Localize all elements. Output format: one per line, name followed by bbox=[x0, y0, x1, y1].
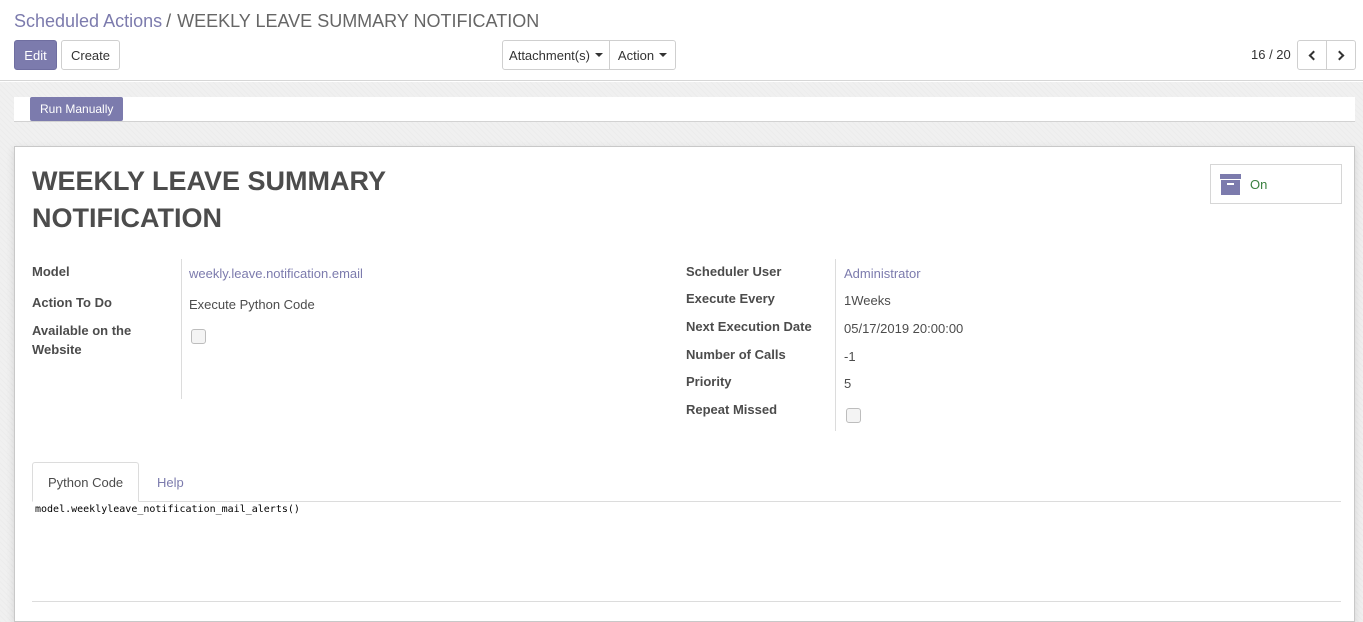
action-dropdown-button[interactable]: Action bbox=[609, 40, 676, 70]
notebook-bottom-divider bbox=[32, 601, 1341, 602]
create-button-label: Create bbox=[70, 47, 111, 63]
execute-every-label: Execute Every bbox=[686, 291, 775, 306]
priority-label: Priority bbox=[686, 374, 732, 389]
control-panel: Scheduled Actions / WEEKLY LEAVE SUMMARY N… bbox=[0, 0, 1363, 81]
breadcrumb-current: WEEKLY LEAVE SUMMARY NOTIFICATION bbox=[177, 11, 540, 31]
run-manually-button[interactable]: Run Manually bbox=[30, 97, 124, 121]
edit-button-label: Edit bbox=[24, 47, 47, 63]
caret-down-icon bbox=[594, 53, 603, 57]
run-manually-label: Run Manually bbox=[40, 102, 114, 116]
repeat-missed-checkbox[interactable] bbox=[846, 408, 861, 423]
pager-previous-button[interactable] bbox=[1297, 40, 1327, 70]
available-on-website-label: Available on the Website bbox=[32, 323, 132, 357]
breadcrumb-separator: / bbox=[166, 11, 172, 31]
action-to-do-label: Action To Do bbox=[32, 295, 112, 310]
breadcrumb-parent-link[interactable]: Scheduled Actions bbox=[14, 11, 162, 31]
number-of-calls-value: -1 bbox=[844, 349, 856, 364]
field-divider bbox=[835, 259, 836, 431]
record-title: WEEKLY LEAVE SUMMARY NOTIFICATION bbox=[32, 166, 386, 233]
tab-help[interactable]: Help bbox=[142, 462, 199, 502]
tab-help-label: Help bbox=[157, 474, 184, 490]
form-statusbar: Run Manually bbox=[14, 97, 1355, 122]
tab-python-code-label: Python Code bbox=[48, 474, 124, 490]
attachments-dropdown-label: Attachment(s) bbox=[509, 47, 590, 63]
caret-down-icon bbox=[659, 53, 668, 57]
tabs-divider bbox=[32, 501, 1341, 502]
priority-value: 5 bbox=[844, 376, 852, 391]
execute-every-value: 1Weeks bbox=[844, 293, 891, 308]
model-label: Model bbox=[32, 264, 70, 279]
field-divider bbox=[181, 259, 182, 399]
repeat-missed-label: Repeat Missed bbox=[686, 402, 778, 417]
pager-value[interactable]: 16 / 20 bbox=[1251, 47, 1291, 62]
action-dropdown-label: Action bbox=[617, 47, 655, 63]
attachments-dropdown-button[interactable]: Attachment(s) bbox=[502, 40, 610, 70]
next-execution-date-label: Next Execution Date bbox=[686, 319, 812, 334]
breadcrumb: Scheduled Actions / WEEKLY LEAVE SUMMARY N… bbox=[14, 11, 539, 32]
scheduler-user-value-link[interactable]: Administrator bbox=[844, 264, 921, 283]
tab-python-code[interactable]: Python Code bbox=[32, 462, 140, 502]
model-value-link[interactable]: weekly.leave.notification.email bbox=[189, 264, 363, 283]
available-on-website-checkbox[interactable] bbox=[191, 329, 206, 344]
archive-icon bbox=[1220, 173, 1241, 195]
chevron-left-icon bbox=[1308, 50, 1319, 60]
scheduler-user-label: Scheduler User bbox=[686, 264, 782, 279]
action-to-do-value: Execute Python Code bbox=[189, 297, 315, 312]
python-code-editor[interactable]: model.weeklyleave_notification_mail_aler… bbox=[35, 503, 1341, 601]
form-sheet: WEEKLY LEAVE SUMMARY NOTIFICATION On Mod… bbox=[14, 146, 1355, 622]
pager-next-button[interactable] bbox=[1326, 40, 1356, 70]
create-button[interactable]: Create bbox=[61, 40, 120, 70]
edit-button[interactable]: Edit bbox=[14, 40, 57, 70]
number-of-calls-label: Number of Calls bbox=[686, 347, 786, 362]
active-toggle-button[interactable]: On bbox=[1210, 164, 1342, 204]
chevron-right-icon bbox=[1334, 50, 1345, 60]
next-execution-date-value: 05/17/2019 20:00:00 bbox=[844, 321, 964, 336]
active-status-label: On bbox=[1250, 176, 1268, 192]
